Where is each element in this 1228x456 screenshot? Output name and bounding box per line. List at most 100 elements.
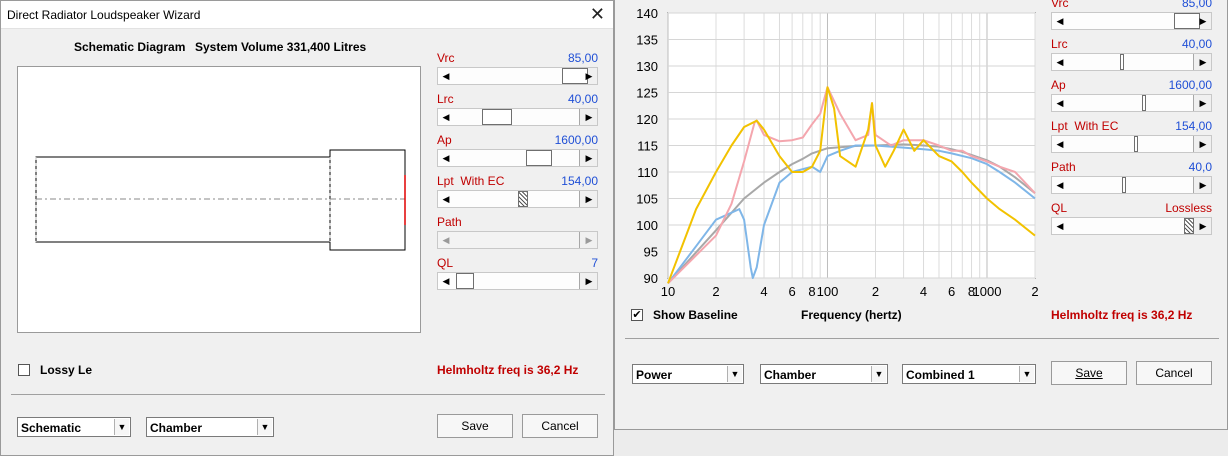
power-select[interactable]: Power ▼ — [632, 364, 744, 384]
window-title: Direct Radiator Loudspeaker Wizard — [7, 8, 201, 22]
chevron-down-icon[interactable]: ▼ — [114, 419, 129, 435]
chevron-down-icon[interactable]: ▼ — [1019, 366, 1034, 382]
y-tick-label: 135 — [636, 33, 658, 48]
y-tick-label: 125 — [636, 86, 658, 101]
x-tick-label: 2 — [712, 284, 719, 299]
param-label-vrc: Vrc — [437, 51, 455, 65]
x-tick-label: 4 — [920, 284, 927, 299]
lrc-slider[interactable]: ◀ ▶ — [437, 108, 598, 126]
arrow-right-icon[interactable]: ▶ — [581, 191, 597, 207]
y-tick-label: 110 — [637, 165, 658, 180]
r-param-value-vrc: 85,00 — [1181, 0, 1212, 10]
arrow-right-icon[interactable]: ▶ — [581, 68, 597, 84]
y-tick-label: 120 — [636, 112, 658, 127]
y-tick-label: 115 — [637, 139, 658, 154]
arrow-left-icon[interactable]: ◀ — [438, 232, 454, 248]
arrow-left-icon[interactable]: ◀ — [1052, 95, 1068, 111]
x-tick-label: 10 — [661, 284, 675, 299]
y-tick-label: 140 — [636, 6, 658, 21]
lpt-slider[interactable]: ◀ ▶ — [437, 190, 598, 208]
x-tick-label: 8 — [808, 284, 815, 299]
cancel-button[interactable]: Cancel — [522, 414, 598, 438]
param-value-ap: 1600,00 — [554, 133, 598, 147]
lossy-le-label: Lossy Le — [40, 363, 93, 377]
x-tick-label: 6 — [788, 284, 795, 299]
save-button[interactable]: Save — [437, 414, 513, 438]
arrow-left-icon[interactable]: ◀ — [1052, 177, 1068, 193]
r-param-value-lpt: 154,00 — [1175, 119, 1212, 133]
chart-xlabel: Frequency (hertz) — [801, 308, 902, 322]
arrow-right-icon[interactable]: ▶ — [581, 109, 597, 125]
r-param-value-ql: Lossless — [1165, 201, 1212, 215]
param-value-vrc: 85,00 — [567, 51, 598, 65]
y-tick-label: 130 — [636, 59, 658, 74]
arrow-right-icon[interactable]: ▶ — [1195, 54, 1211, 70]
r-param-label-ql: QL — [1051, 201, 1068, 215]
chamber-outline — [329, 149, 406, 251]
x-tick-label: 6 — [948, 284, 955, 299]
r-lpt-slider[interactable]: ◀ ▶ — [1051, 135, 1212, 153]
arrow-left-icon[interactable]: ◀ — [1052, 218, 1068, 234]
r-param-value-path: 40,0 — [1188, 160, 1212, 174]
param-label-path: Path — [437, 215, 462, 229]
y-tick-label: 105 — [636, 192, 658, 207]
arrow-right-icon[interactable]: ▶ — [581, 232, 597, 248]
chevron-down-icon[interactable]: ▼ — [727, 366, 742, 382]
param-value-lrc: 40,00 — [567, 92, 598, 106]
param-label-lpt: Lpt With EC — [437, 174, 505, 188]
r-param-label-ap: Ap — [1051, 78, 1066, 92]
arrow-right-icon[interactable]: ▶ — [1195, 136, 1211, 152]
left-title-bar: Direct Radiator Loudspeaker Wizard ✕ — [1, 1, 613, 29]
arrow-left-icon[interactable]: ◀ — [438, 191, 454, 207]
param-label-lrc: Lrc — [437, 92, 454, 106]
arrow-left-icon[interactable]: ◀ — [1052, 54, 1068, 70]
param-label-ap: Ap — [437, 133, 452, 147]
arrow-left-icon[interactable]: ◀ — [438, 150, 454, 166]
r-vrc-slider[interactable]: ◀ ▶ — [1051, 12, 1212, 30]
system-volume: System Volume 331,400 Litres — [195, 40, 367, 54]
arrow-right-icon[interactable]: ▶ — [1195, 218, 1211, 234]
arrow-left-icon[interactable]: ◀ — [438, 109, 454, 125]
arrow-left-icon[interactable]: ◀ — [438, 273, 454, 289]
arrow-right-icon[interactable]: ▶ — [1195, 177, 1211, 193]
r-ap-slider[interactable]: ◀ ▶ — [1051, 94, 1212, 112]
chamber-select[interactable]: Chamber ▼ — [146, 417, 274, 437]
x-tick-label: 4 — [760, 284, 767, 299]
r-lrc-slider[interactable]: ◀ ▶ — [1051, 53, 1212, 71]
combined-select[interactable]: Combined 1 ▼ — [902, 364, 1036, 384]
arrow-right-icon[interactable]: ▶ — [581, 150, 597, 166]
r-save-button[interactable]: Save — [1051, 361, 1127, 385]
response-chart: 140135130125120115110105100959010 2 4 6 8 100… — [636, 6, 1038, 299]
arrow-left-icon[interactable]: ◀ — [1052, 136, 1068, 152]
vrc-slider[interactable]: ◀ ▶ — [437, 67, 598, 85]
r-param-value-ap: 1600,00 — [1168, 78, 1212, 92]
arrow-right-icon[interactable]: ▶ — [1195, 95, 1211, 111]
ap-slider[interactable]: ◀ ▶ — [437, 149, 598, 167]
arrow-right-icon[interactable]: ▶ — [581, 273, 597, 289]
chevron-down-icon[interactable]: ▼ — [257, 419, 272, 435]
arrow-left-icon[interactable]: ◀ — [438, 68, 454, 84]
view-select[interactable]: Schematic ▼ — [17, 417, 131, 437]
ql-slider[interactable]: ◀ ▶ — [437, 272, 598, 290]
show-baseline-checkbox[interactable]: ✔ — [631, 309, 643, 321]
r-param-label-path: Path — [1051, 160, 1076, 174]
param-value-lpt: 154,00 — [561, 174, 598, 188]
arrow-right-icon[interactable]: ▶ — [1195, 13, 1211, 29]
path-slider[interactable]: ◀ ▶ — [437, 231, 598, 249]
r-helmholtz-text: Helmholtz freq is 36,2 Hz — [1051, 308, 1193, 322]
r-chamber-select[interactable]: Chamber ▼ — [760, 364, 888, 384]
chevron-down-icon[interactable]: ▼ — [871, 366, 886, 382]
r-path-slider[interactable]: ◀ ▶ — [1051, 176, 1212, 194]
r-ql-slider[interactable]: ◀ ▶ — [1051, 217, 1212, 235]
r-param-label-lpt: Lpt With EC — [1051, 119, 1119, 133]
lossy-le-checkbox[interactable] — [18, 364, 30, 376]
left-wizard-window: Direct Radiator Loudspeaker Wizard ✕ Sch… — [0, 0, 614, 456]
r-param-value-lrc: 40,00 — [1181, 37, 1212, 51]
right-graph-window: 140 135 130 125 120 115 110 105 100 95 90 10 2 4 6 8 100… — [614, 0, 1228, 430]
r-cancel-button[interactable]: Cancel — [1136, 361, 1212, 385]
r-divider — [625, 338, 1219, 339]
y-tick-label: 95 — [644, 245, 658, 260]
helmholtz-text: Helmholtz freq is 36,2 Hz — [437, 363, 579, 377]
close-icon[interactable]: ✕ — [590, 3, 605, 25]
arrow-left-icon[interactable]: ◀ — [1052, 13, 1068, 29]
